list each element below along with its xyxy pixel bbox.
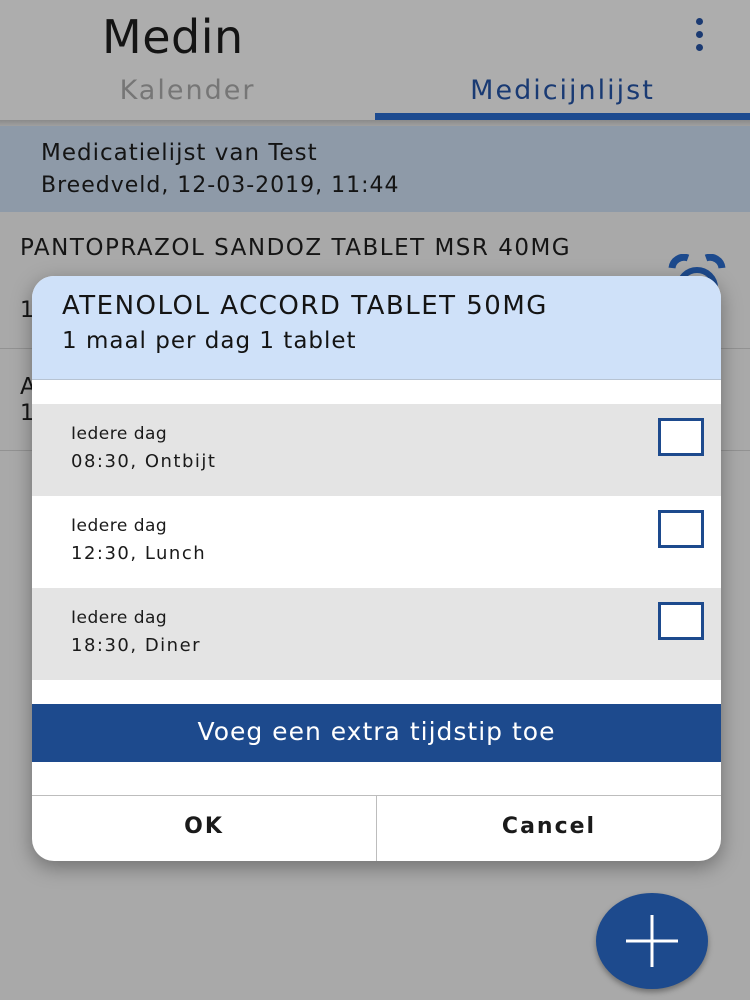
app-header: Medin Kalender Medicijnlijst (0, 0, 750, 120)
add-extra-time-button[interactable]: Voeg een extra tijdstip toe (32, 704, 721, 762)
schedule-list: Iedere dag 08:30, Ontbijt Iedere dag 12:… (32, 404, 721, 680)
medication-schedule-dialog: ATENOLOL ACCORD TABLET 50MG 1 maal per d… (32, 276, 721, 861)
schedule-checkbox[interactable] (658, 602, 704, 640)
plus-icon (626, 915, 678, 967)
schedule-time: 12:30, Lunch (71, 543, 207, 564)
schedule-frequency: Iedere dag (71, 608, 168, 628)
schedule-time: 18:30, Diner (71, 635, 202, 656)
dialog-subtitle: 1 maal per dag 1 tablet (62, 328, 357, 354)
list-owner-title: Medicatielijst van Test (41, 140, 318, 166)
cancel-button[interactable]: Cancel (377, 796, 721, 861)
add-medication-button[interactable] (596, 893, 708, 989)
list-timestamp: Breedveld, 12-03-2019, 11:44 (41, 173, 400, 198)
medication-list-header: Medicatielijst van Test Breedveld, 12-03… (0, 126, 750, 212)
schedule-frequency: Iedere dag (71, 516, 168, 536)
schedule-time: 08:30, Ontbijt (71, 451, 217, 472)
tab-kalender[interactable]: Kalender (0, 74, 375, 120)
schedule-item[interactable]: Iedere dag 18:30, Diner (32, 588, 721, 680)
dialog-header: ATENOLOL ACCORD TABLET 50MG 1 maal per d… (32, 276, 721, 380)
overflow-menu-icon[interactable] (688, 18, 712, 52)
schedule-checkbox[interactable] (658, 510, 704, 548)
medication-name: PANTOPRAZOL SANDOZ TABLET MSR 40MG (20, 235, 572, 261)
dialog-footer: OK Cancel (32, 795, 721, 861)
schedule-checkbox[interactable] (658, 418, 704, 456)
app-title: Medin (102, 10, 244, 64)
schedule-item[interactable]: Iedere dag 12:30, Lunch (32, 496, 721, 588)
schedule-item[interactable]: Iedere dag 08:30, Ontbijt (32, 404, 721, 496)
schedule-frequency: Iedere dag (71, 424, 168, 444)
tab-indicator (375, 113, 750, 120)
ok-button[interactable]: OK (32, 796, 377, 861)
dialog-title: ATENOLOL ACCORD TABLET 50MG (62, 291, 548, 321)
